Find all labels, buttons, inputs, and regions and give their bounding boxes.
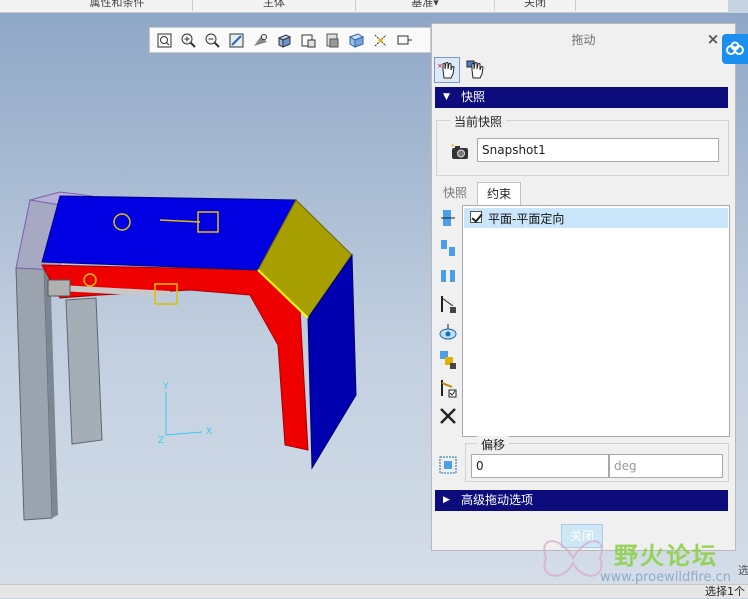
constraint-checkbox[interactable] — [470, 211, 482, 223]
cloud-sync-widget[interactable] — [722, 34, 748, 64]
connector-block — [47, 279, 71, 297]
snapshot-name-field[interactable]: Snapshot1 — [477, 138, 719, 162]
tab-snapshots[interactable]: 快照 — [436, 182, 474, 205]
coordinate-triad: Y X Z — [158, 382, 212, 446]
close-icon[interactable]: × — [705, 31, 721, 47]
display-style-icon[interactable] — [272, 29, 296, 51]
model-blue-top — [41, 195, 297, 271]
body-drag-button[interactable] — [463, 57, 489, 83]
watermark-url: www.proewildfire.cn — [600, 570, 731, 585]
collapse-triangle-icon: ▼ — [443, 92, 450, 102]
cloud-icon — [726, 41, 744, 55]
list-item[interactable]: 平面-平面定向 — [464, 208, 728, 228]
svg-text:×: × — [437, 62, 443, 70]
align-constraint-icon[interactable] — [437, 207, 459, 229]
motion-axis-lock-icon[interactable] — [437, 293, 459, 315]
enable-connection-icon[interactable] — [437, 377, 459, 399]
delete-constraint-icon[interactable] — [437, 405, 459, 427]
svg-text:Z: Z — [158, 436, 164, 446]
point-drag-button[interactable]: × — [434, 57, 460, 83]
dialog-title: 拖动 — [571, 33, 596, 47]
svg-text:X: X — [206, 427, 212, 437]
snapshot-section-label: 快照 — [461, 90, 486, 104]
perspective-icon[interactable] — [344, 29, 368, 51]
advanced-options-section-header[interactable]: ▶ 高级拖动选项 — [435, 490, 728, 511]
graphics-toolbar — [149, 27, 431, 53]
datum-display-icon[interactable] — [368, 29, 392, 51]
mate-constraint-icon[interactable] — [437, 237, 459, 259]
flip-offset-icon[interactable] — [437, 454, 459, 476]
annotation-display-icon[interactable] — [392, 29, 416, 51]
ribbon-group-body[interactable]: 主体 — [193, 0, 356, 11]
ribbon-group-bar: 属性和条件 主体 基准▾ 关闭 — [0, 0, 728, 13]
constraint-label: 平面-平面定向 — [488, 212, 565, 226]
hand-pointer-icon: × — [437, 62, 455, 79]
body-lock-icon[interactable] — [437, 349, 459, 371]
ribbon-group-close[interactable]: 关闭 — [495, 0, 576, 11]
ribbon-group-datum[interactable]: 基准▾ — [356, 0, 495, 11]
zoom-out-icon[interactable] — [200, 29, 224, 51]
zoom-in-icon[interactable] — [176, 29, 200, 51]
current-snapshot-label: 当前快照 — [450, 113, 507, 130]
spin-center-icon[interactable] — [248, 29, 272, 51]
offset-value-field[interactable]: 0 — [471, 454, 609, 478]
watermark: 野火论坛 www.proewildfire.cn — [538, 528, 748, 588]
svg-text:Y: Y — [162, 382, 169, 392]
butterfly-logo-icon — [543, 540, 603, 577]
offset-unit-field: deg — [609, 454, 723, 478]
snapshot-section-header[interactable]: ▼ 快照 — [435, 87, 728, 108]
offset-label: 偏移 — [477, 436, 510, 453]
ribbon-group-properties[interactable]: 属性和条件 — [42, 0, 193, 11]
expand-triangle-icon: ▶ — [443, 495, 450, 505]
view-manager-icon[interactable] — [320, 29, 344, 51]
hand-body-icon — [466, 60, 484, 79]
tab-constraints[interactable]: 约束 — [477, 182, 521, 205]
park-view-icon[interactable] — [437, 321, 459, 343]
zoom-fit-icon[interactable] — [152, 29, 176, 51]
saved-views-icon[interactable] — [296, 29, 320, 51]
watermark-title: 野火论坛 — [614, 542, 718, 570]
bracket-leg-back — [65, 297, 103, 445]
advanced-options-label: 高级拖动选项 — [461, 493, 534, 507]
camera-icon[interactable] — [450, 143, 470, 161]
drag-dialog: 拖动 × × ▼ 快照 当前快照 Snapshot1 快照 约束 平面-平面定向… — [431, 23, 736, 551]
reorient-icon[interactable] — [224, 29, 248, 51]
orient-constraint-icon[interactable] — [437, 265, 459, 287]
constraint-list[interactable]: 平面-平面定向 — [462, 205, 730, 437]
